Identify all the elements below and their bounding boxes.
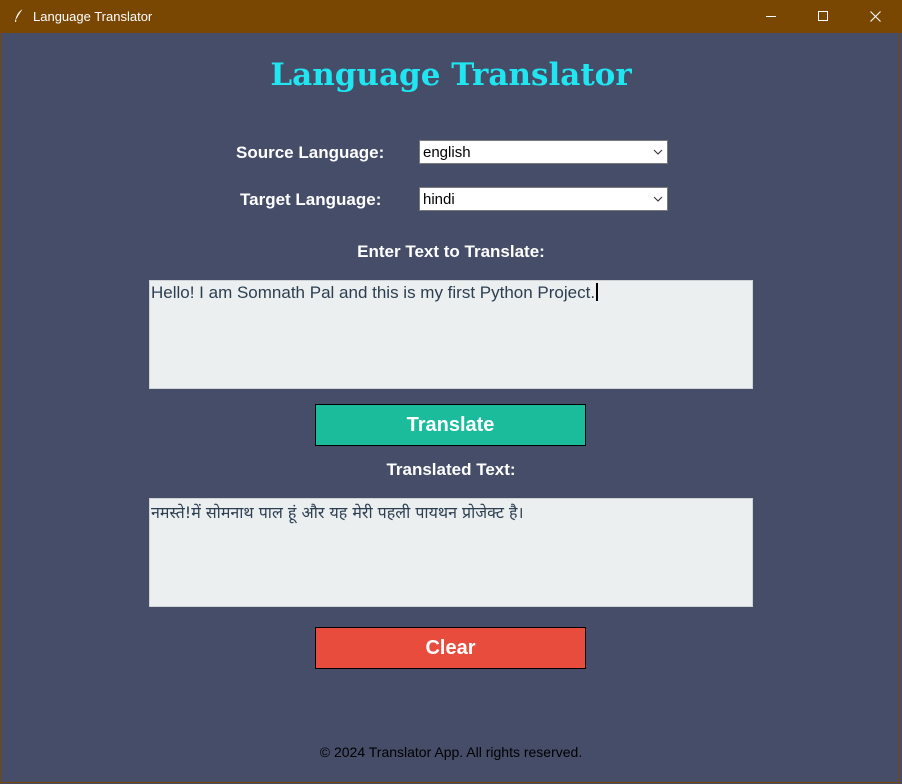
minimize-icon (765, 16, 776, 17)
source-language-select[interactable]: english (419, 140, 668, 164)
source-text-input[interactable]: Hello! I am Somnath Pal and this is my f… (149, 280, 753, 389)
source-language-value: english (423, 144, 471, 161)
translated-text-output[interactable]: नमस्ते!में सोमनाथ पाल हूं और यह मेरी पहल… (149, 498, 753, 607)
text-caret (596, 283, 599, 301)
page-title: Language Translator (270, 57, 632, 93)
chevron-down-icon[interactable] (653, 195, 663, 203)
target-language-label: Target Language: (240, 190, 382, 209)
maximize-button[interactable] (800, 0, 846, 33)
minimize-button[interactable] (748, 0, 794, 33)
input-text-label: Enter Text to Translate: (357, 242, 545, 261)
footer-copyright: © 2024 Translator App. All rights reserv… (319, 744, 583, 760)
target-language-value: hindi (423, 191, 455, 208)
source-text-value: Hello! I am Somnath Pal and this is my f… (151, 283, 596, 302)
target-language-select[interactable]: hindi (419, 187, 668, 211)
window-title: Language Translator (33, 9, 153, 24)
feather-icon (15, 8, 24, 22)
translate-button[interactable]: Translate (315, 404, 586, 446)
maximize-icon (817, 11, 828, 21)
app-window: Language Translator Language Translator … (0, 0, 902, 784)
close-button[interactable] (852, 0, 898, 33)
title-bar[interactable]: Language Translator (0, 0, 902, 33)
close-icon (869, 11, 881, 22)
translated-text-value: नमस्ते!में सोमनाथ पाल हूं और यह मेरी पहल… (151, 503, 524, 522)
source-language-label: Source Language: (236, 143, 385, 162)
chevron-down-icon[interactable] (653, 148, 663, 156)
translated-text-label: Translated Text: (386, 460, 516, 479)
clear-button[interactable]: Clear (315, 627, 586, 669)
